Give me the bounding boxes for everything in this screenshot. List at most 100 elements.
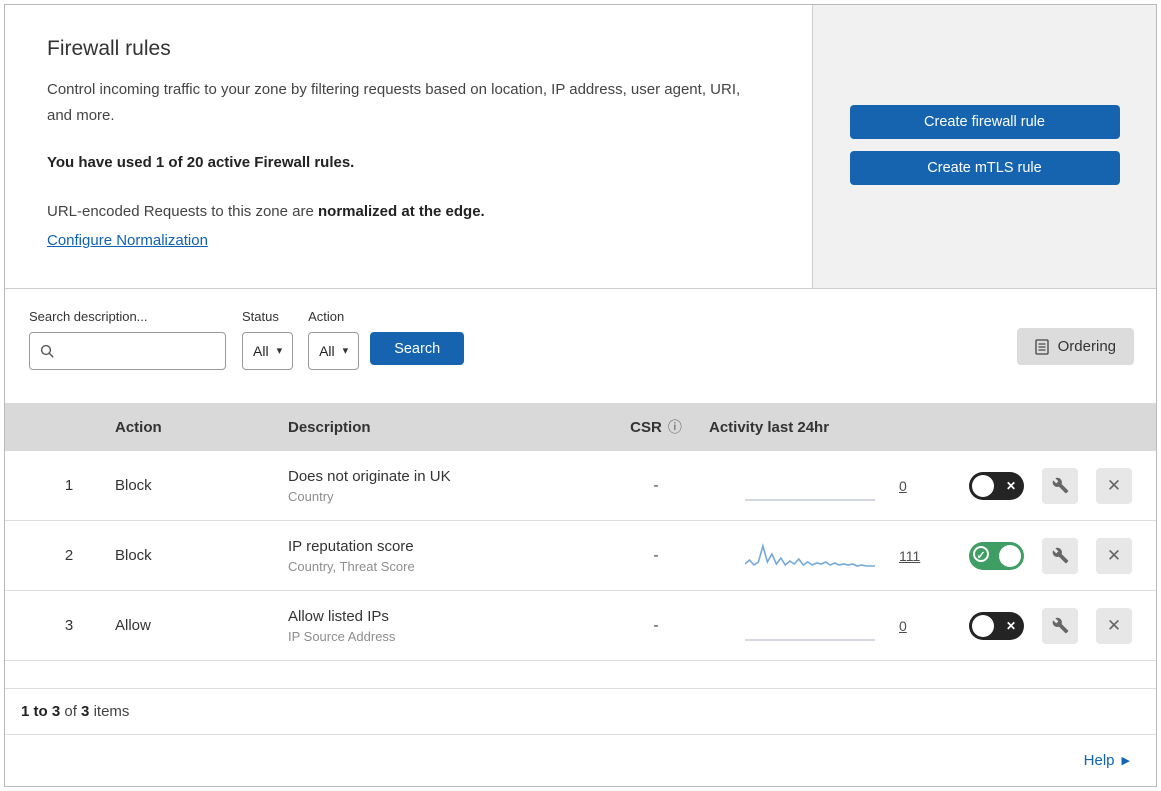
csr-header-label: CSR [630, 418, 662, 436]
delete-rule-button[interactable]: ✕ [1096, 537, 1132, 574]
csr-column-header: CSR ⓘ [611, 417, 701, 437]
create-mtls-rule-button[interactable]: Create mTLS rule [849, 151, 1120, 185]
status-filter-group: Status All ▾ [242, 309, 294, 370]
rule-enabled-toggle[interactable]: ✓ ✕ [969, 611, 1024, 640]
help-link[interactable]: Help ▶ [1084, 752, 1130, 769]
rule-csr-value: - [653, 477, 659, 494]
rule-priority: 3 [64, 617, 74, 634]
filter-bar: Search description... Status All ▾ Actio… [5, 289, 1156, 403]
rule-controls: ✓ ✕ ✕ [921, 467, 1156, 504]
rule-controls: ✓ ✕ ✕ [921, 537, 1156, 574]
rule-controls: ✓ ✕ ✕ [921, 607, 1156, 644]
wrench-icon [1052, 477, 1069, 494]
rule-priority: 1 [64, 477, 74, 494]
rule-csr-value: - [653, 617, 659, 634]
rule-priority: 2 [64, 547, 74, 564]
delete-rule-button[interactable]: ✕ [1096, 607, 1132, 644]
edit-rule-button[interactable] [1042, 467, 1078, 504]
action-filter-group: Action All ▾ [308, 309, 360, 370]
rule-description: Does not originate in UK [288, 467, 451, 485]
hero-actions-panel: Create firewall rule Create mTLS rule [813, 5, 1156, 288]
normalization-note: URL-encoded Requests to this zone are no… [47, 199, 766, 225]
table-row: 1 Block Does not originate in UK Country… [5, 451, 1156, 521]
items-total: 3 [81, 703, 90, 720]
delete-rule-button[interactable]: ✕ [1096, 467, 1132, 504]
toggle-knob [999, 544, 1021, 567]
page-title: Firewall rules [47, 37, 171, 60]
search-button[interactable]: Search [370, 332, 465, 365]
rule-description-cell: IP reputation score Country, Threat Scor… [281, 538, 611, 574]
table-header: Action Description CSR ⓘ Activity last 2… [5, 403, 1156, 451]
close-icon: ✕ [1106, 545, 1122, 565]
rule-description-cell: Allow listed IPs IP Source Address [281, 608, 611, 644]
hero-text-panel: Firewall rules Control incoming traffic … [5, 5, 813, 288]
action-filter-value: All [319, 343, 335, 359]
list-document-icon [1034, 338, 1049, 355]
action-filter-label: Action [308, 309, 345, 324]
table-row: 3 Allow Allow listed IPs IP Source Addre… [5, 591, 1156, 661]
action-filter-dropdown[interactable]: All ▾ [308, 332, 360, 370]
search-field[interactable] [29, 332, 226, 370]
activity-sparkline [745, 498, 875, 501]
items-count-footer: 1 to 3 of 3 items [5, 689, 1156, 735]
wrench-icon [1052, 547, 1069, 564]
configure-normalization-link[interactable]: Configure Normalization [47, 232, 208, 249]
rule-activity-cell: 111 [701, 539, 921, 573]
wrench-icon [1052, 617, 1069, 634]
rule-fields: IP Source Address [288, 628, 396, 644]
create-firewall-rule-button[interactable]: Create firewall rule [849, 105, 1120, 139]
hero-section: Firewall rules Control incoming traffic … [5, 5, 1156, 289]
rule-fields: Country, Threat Score [288, 558, 415, 574]
items-of-text: of [64, 703, 77, 720]
rule-description-cell: Does not originate in UK Country [281, 468, 611, 504]
toggle-knob [972, 474, 994, 497]
help-bar: Help ▶ [5, 735, 1156, 786]
edit-rule-button[interactable] [1042, 607, 1078, 644]
table-bottom-spacer [5, 661, 1156, 689]
help-label: Help [1083, 752, 1115, 769]
rule-csr-value: - [653, 547, 659, 564]
rule-enabled-toggle[interactable]: ✓ ✕ [969, 471, 1024, 500]
chevron-down-icon: ▾ [342, 344, 349, 357]
rule-activity-cell: 0 [701, 469, 921, 503]
activity-count-link[interactable]: 111 [899, 548, 920, 564]
chevron-down-icon: ▾ [276, 344, 283, 357]
ordering-button-label: Ordering [1057, 338, 1116, 355]
search-description-input[interactable] [62, 342, 225, 360]
toggle-x-icon: ✕ [1005, 478, 1016, 493]
rule-fields: Country [288, 488, 334, 504]
page-description: Control incoming traffic to your zone by… [47, 81, 741, 125]
search-group: Search description... [29, 309, 226, 370]
close-icon: ✕ [1106, 615, 1122, 635]
close-icon: ✕ [1106, 475, 1122, 495]
info-icon[interactable]: ⓘ [668, 417, 682, 437]
help-arrow-icon: ▶ [1121, 755, 1130, 767]
search-label: Search description... [29, 309, 148, 324]
status-filter-value: All [253, 343, 269, 359]
normalization-text: URL-encoded Requests to this zone are [47, 202, 318, 220]
firewall-rules-page: Firewall rules Control incoming traffic … [4, 4, 1157, 787]
rule-description: Allow listed IPs [288, 607, 389, 625]
items-range: 1 to 3 [21, 703, 61, 720]
rule-action: Allow [115, 617, 151, 634]
items-label: items [93, 703, 130, 720]
activity-sparkline [745, 638, 875, 641]
rule-description: IP reputation score [288, 537, 414, 555]
ordering-button[interactable]: Ordering [1016, 328, 1134, 365]
rule-enabled-toggle[interactable]: ✓ ✕ [969, 541, 1024, 570]
normalization-bold-text: normalized at the edge. [318, 202, 485, 220]
rule-action: Block [115, 477, 152, 494]
activity-count-link[interactable]: 0 [899, 618, 907, 634]
description-column-header: Description [288, 418, 371, 436]
edit-rule-button[interactable] [1042, 537, 1078, 574]
status-filter-dropdown[interactable]: All ▾ [242, 332, 294, 370]
toggle-x-icon: ✕ [1005, 618, 1016, 633]
status-filter-label: Status [242, 309, 279, 324]
rule-activity-cell: 0 [701, 609, 921, 643]
activity-sparkline [745, 542, 875, 567]
toggle-knob [972, 614, 994, 637]
activity-column-header: Activity last 24hr [709, 418, 830, 436]
usage-summary: You have used 1 of 20 active Firewall ru… [47, 153, 355, 171]
activity-count-link[interactable]: 0 [899, 478, 907, 494]
rule-action: Block [115, 547, 152, 564]
